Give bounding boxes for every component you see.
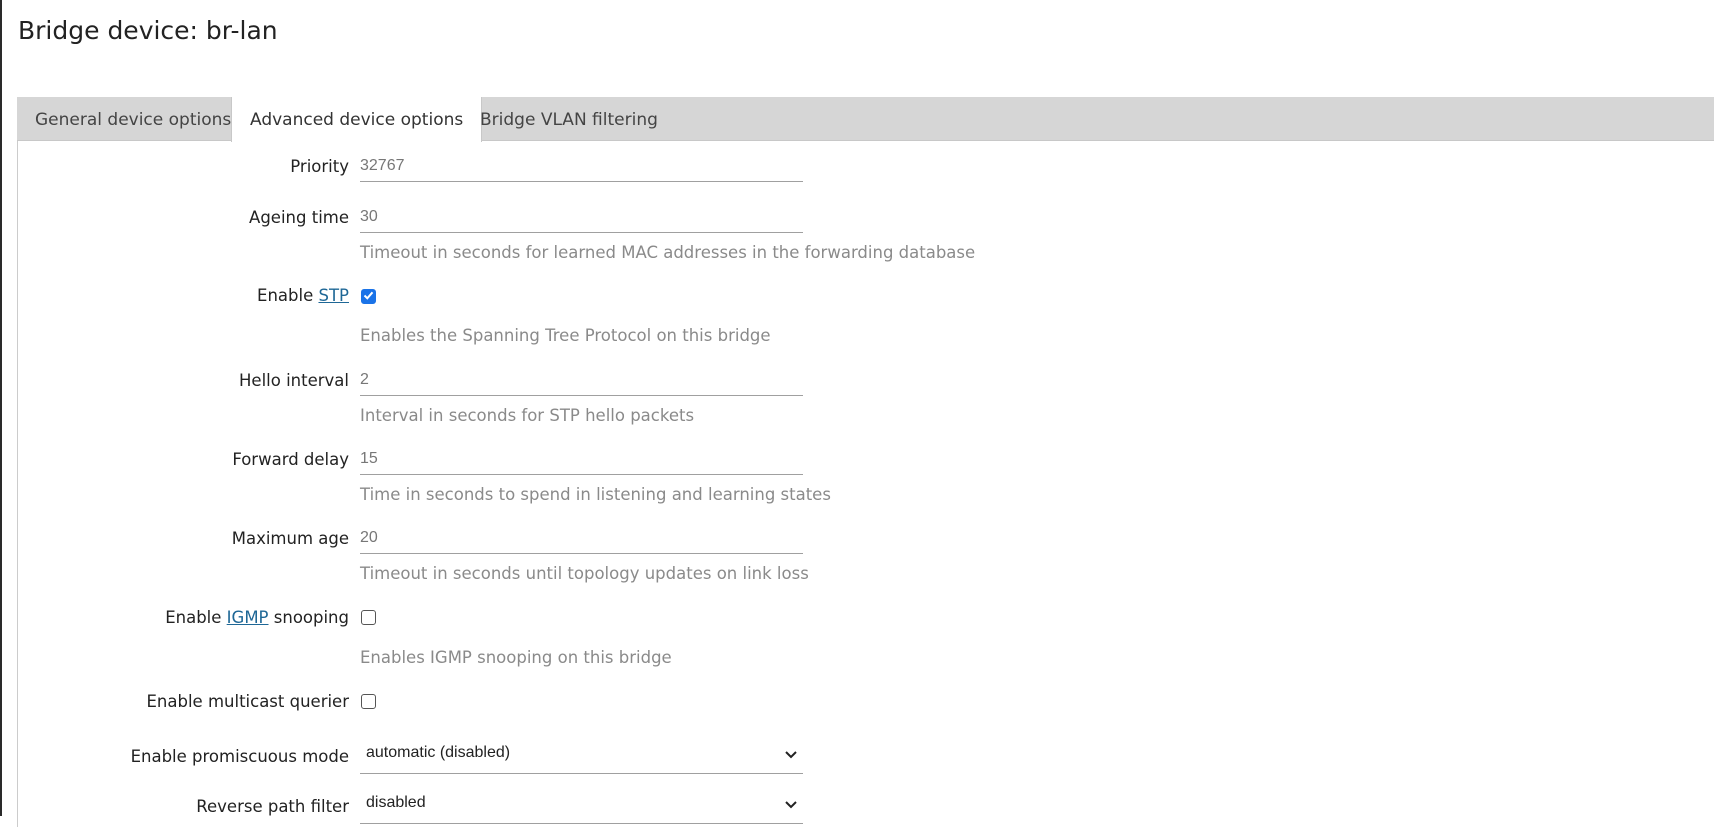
page-title: Bridge device: br-lan [18, 16, 278, 45]
chevron-down-icon [785, 801, 797, 809]
forward-delay-label: Forward delay [232, 450, 349, 469]
hello-interval-label: Hello interval [239, 371, 349, 390]
stp-label-prefix: Enable [257, 286, 319, 305]
tab-advanced-device-options[interactable]: Advanced device options [231, 97, 483, 142]
tab-general-device-options[interactable]: General device options [17, 97, 249, 141]
forward-delay-hint: Time in seconds to spend in listening an… [360, 485, 831, 504]
hello-interval-hint: Interval in seconds for STP hello packet… [360, 406, 695, 425]
tab-bar: General device options Advanced device o… [17, 97, 1714, 142]
multicast-querier-checkbox[interactable] [361, 694, 376, 709]
stp-checkbox[interactable] [361, 289, 376, 304]
priority-label: Priority [290, 157, 349, 176]
checkmark-icon [363, 291, 374, 300]
stp-hint: Enables the Spanning Tree Protocol on th… [360, 326, 771, 345]
tab-bridge-vlan-filtering[interactable]: Bridge VLAN filtering [462, 97, 676, 141]
igmp-label: Enable IGMP snooping [165, 608, 349, 627]
igmp-label-prefix: Enable [165, 608, 227, 627]
igmp-checkbox[interactable] [361, 610, 376, 625]
stp-label: Enable STP [257, 286, 349, 305]
hello-interval-input[interactable] [360, 364, 803, 396]
ageing-time-hint: Timeout in seconds for learned MAC addre… [360, 243, 976, 262]
ageing-time-label: Ageing time [249, 208, 349, 227]
chevron-down-icon [785, 751, 797, 759]
priority-input[interactable] [360, 150, 803, 182]
reverse-path-filter-select[interactable]: disabled [360, 790, 803, 824]
maximum-age-input[interactable] [360, 522, 803, 554]
igmp-label-suffix: snooping [268, 608, 349, 627]
promiscuous-mode-select[interactable]: automatic (disabled) [360, 740, 803, 774]
reverse-path-filter-label: Reverse path filter [196, 797, 349, 816]
ageing-time-input[interactable] [360, 201, 803, 233]
stp-link[interactable]: STP [318, 286, 349, 305]
maximum-age-label: Maximum age [231, 529, 349, 548]
igmp-link[interactable]: IGMP [227, 608, 269, 627]
forward-delay-input[interactable] [360, 443, 803, 475]
igmp-hint: Enables IGMP snooping on this bridge [360, 648, 672, 667]
maximum-age-hint: Timeout in seconds until topology update… [360, 564, 809, 583]
reverse-path-filter-value: disabled [366, 794, 426, 811]
promiscuous-mode-label: Enable promiscuous mode [130, 747, 349, 766]
promiscuous-mode-value: automatic (disabled) [366, 744, 511, 761]
window-edge [0, 0, 2, 816]
multicast-querier-label: Enable multicast querier [146, 692, 350, 711]
